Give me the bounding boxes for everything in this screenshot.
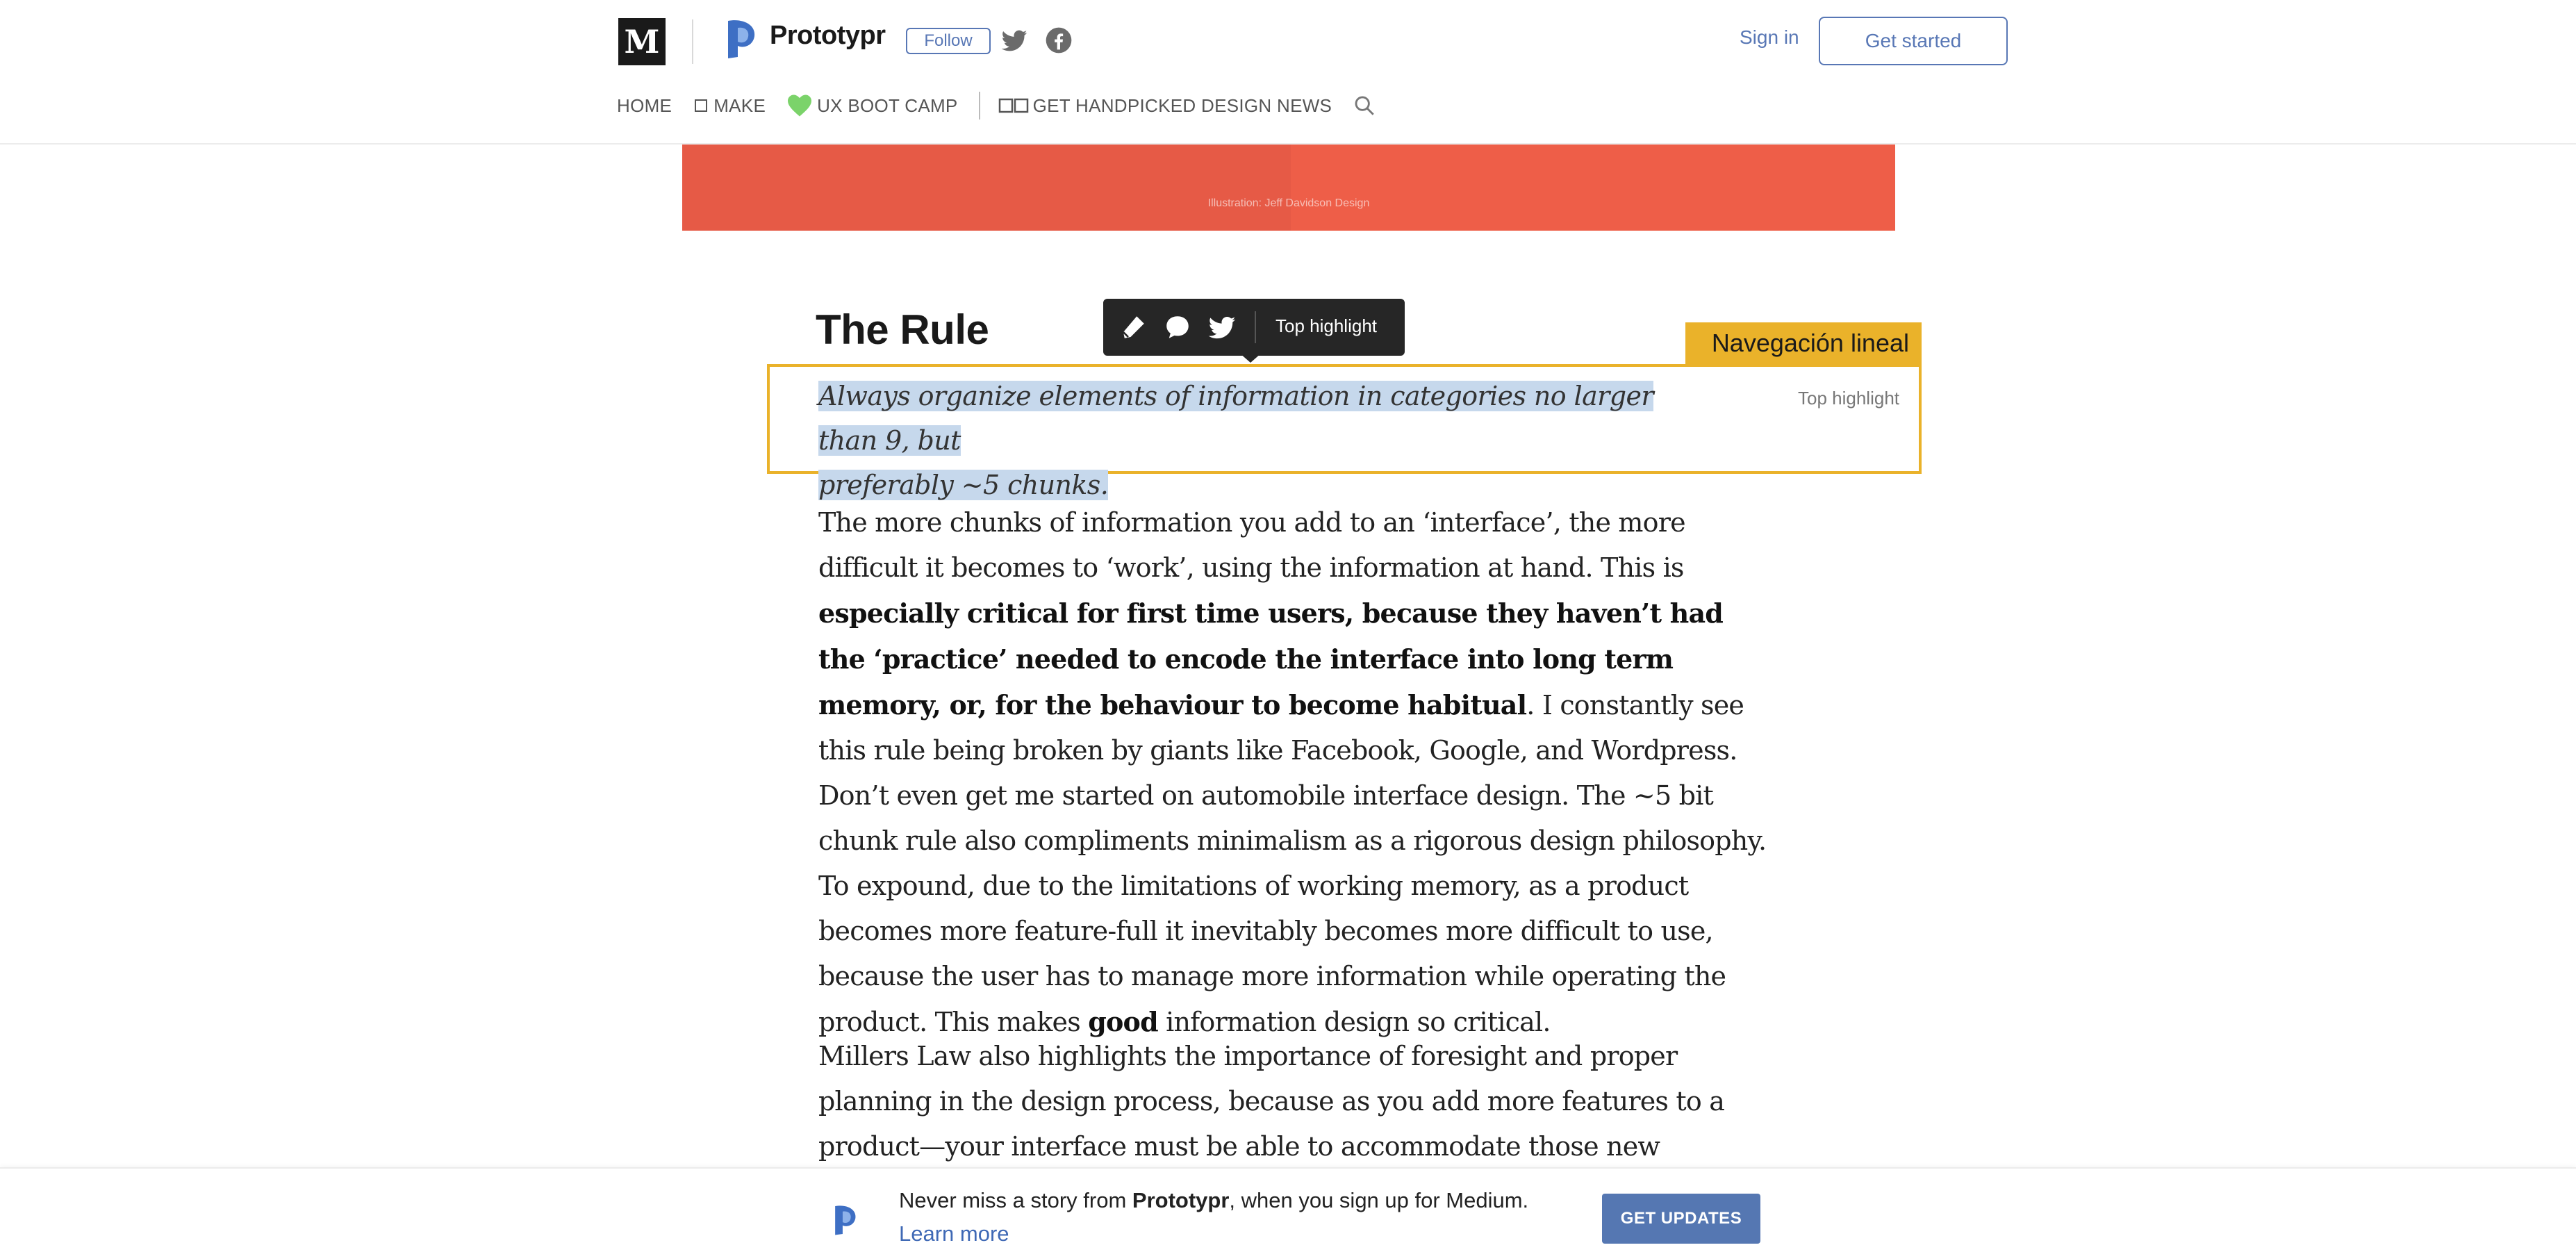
nav-home[interactable]: HOME [617,95,672,117]
site-header [0,0,2576,145]
signup-banner: Never miss a story from Prototypr, when … [0,1167,2576,1252]
search-icon[interactable] [1353,94,1376,117]
publication-name[interactable]: Prototypr [770,21,886,51]
highlight-toolbar: Top highlight [1103,299,1405,363]
prototypr-banner-logo-icon [835,1205,856,1235]
banner-text-after: , when you sign up for Medium. [1229,1188,1529,1212]
top-highlight-marker: Top highlight [1798,388,1899,409]
twitter-icon[interactable] [1000,26,1028,54]
p1-text-e: information design so critical. [1157,1007,1551,1037]
nav-ux-boot-camp[interactable]: UX BOOT CAMP [786,94,958,117]
learn-more-link[interactable]: Learn more [899,1221,1009,1246]
banner-message: Never miss a story from Prototypr, when … [899,1188,1528,1213]
header-divider [692,19,693,64]
square-icon [695,99,708,112]
nav-make-label: MAKE [713,94,766,116]
nav-ux-boot-camp-label: UX BOOT CAMP [817,94,958,116]
tooltip-arrow [1239,353,1262,363]
open-book-icon [998,98,1028,113]
get-started-button[interactable]: Get started [1819,17,2008,65]
nav-separator [978,92,980,120]
hero-right-panel [1291,143,1895,231]
nav-design-news-label: GET HANDPICKED DESIGN NEWS [1032,94,1332,116]
toolbar-divider [1255,311,1256,343]
comment-icon[interactable] [1163,313,1192,342]
annotation-tag: Navegación lineal [1685,322,1922,364]
green-heart-icon [788,94,812,117]
banner-publication: Prototypr [1132,1188,1230,1212]
top-highlight-label: Top highlight [1275,315,1377,336]
sign-in-link[interactable]: Sign in [1740,26,1799,49]
get-updates-button[interactable]: GET UPDATES [1602,1194,1760,1244]
follow-button[interactable]: Follow [906,28,991,54]
p1-text-c: . I constantly see this rule being broke… [818,690,1767,1037]
nav-make[interactable]: MAKE [693,95,766,117]
quote-line-2: preferably ~5 chunks. [818,470,1109,500]
highlighted-quote[interactable]: Always organize elements of information … [818,374,1715,507]
quote-line-1: Always organize elements of information … [818,381,1654,456]
prototypr-logo-icon[interactable] [723,18,759,60]
nav-design-news[interactable]: GET HANDPICKED DESIGN NEWS [998,95,1332,117]
p1-text-a: The more chunks of information you add t… [818,507,1686,583]
nav-home-label: HOME [617,94,672,116]
image-credit: Illustration: Jeff Davidson Design [1207,197,1370,209]
medium-logo[interactable]: M [618,18,666,65]
section-heading: The Rule [816,306,989,353]
pencil-icon[interactable] [1118,313,1148,342]
publication-nav: HOME MAKE UX BOOT CAMP GET HANDPICKED DE… [617,92,1380,120]
paragraph-1: The more chunks of information you add t… [818,500,1770,1045]
twitter-share-icon[interactable] [1207,313,1237,342]
p1-bold-good: good [1088,1006,1158,1037]
facebook-icon[interactable] [1045,26,1073,54]
banner-text-before: Never miss a story from [899,1188,1132,1212]
